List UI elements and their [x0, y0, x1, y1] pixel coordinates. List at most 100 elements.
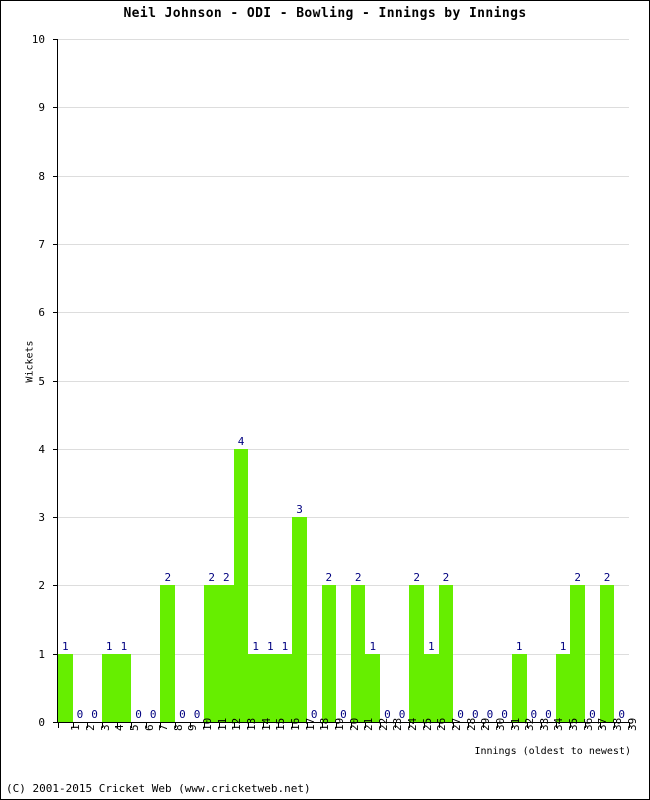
bar — [570, 585, 586, 722]
gridline — [58, 39, 629, 40]
x-tick-label: 3 — [98, 724, 112, 731]
gridline — [58, 380, 629, 382]
y-tick-mark — [53, 175, 58, 177]
x-tick-label: 15 — [274, 717, 288, 731]
y-tick-label: 1 — [38, 647, 45, 661]
bar-value-label: 0 — [76, 708, 84, 721]
x-tick-label: 33 — [537, 717, 551, 731]
bar — [350, 585, 366, 722]
bar-value-label: 1 — [428, 639, 435, 653]
gridline — [58, 107, 629, 109]
y-tick-mark — [53, 243, 58, 245]
bar-value-label: 1 — [252, 639, 259, 653]
x-tick-label: 26 — [435, 717, 449, 731]
bar-value-label: 2 — [442, 571, 450, 585]
y-tick-label: 0 — [38, 716, 45, 729]
bar-value-label: 2 — [164, 571, 172, 585]
gridline — [58, 653, 629, 655]
bar-value-label: 0 — [149, 708, 157, 721]
bar-value-label: 1 — [515, 639, 523, 653]
bar — [555, 653, 571, 722]
x-tick-label: 27 — [449, 717, 463, 731]
bar — [101, 653, 117, 722]
x-tick-label: 25 — [420, 717, 434, 731]
x-tick-label: 32 — [523, 717, 537, 731]
x-tick-label: 22 — [376, 717, 390, 731]
x-tick-label: 39 — [625, 717, 639, 731]
x-tick-label: 31 — [508, 717, 522, 731]
y-axis-title: Wickets — [24, 340, 36, 383]
bar — [292, 517, 307, 722]
x-tick-label: 24 — [406, 717, 420, 731]
page-title: Neil Johnson - ODI - Bowling - Innings b… — [123, 6, 527, 21]
y-tick-mark — [53, 107, 58, 109]
bar-value-label: 1 — [120, 639, 128, 653]
plot-area: 100110020022411130202100212000010012020 — [53, 39, 629, 723]
y-tick-label: 2 — [38, 579, 45, 593]
bar — [219, 585, 234, 722]
bar-value-label: 2 — [223, 571, 230, 585]
y-tick-mark — [53, 312, 58, 314]
bar-value-label: 1 — [62, 639, 69, 653]
x-tick-label: 36 — [581, 717, 595, 731]
bar-value-label: 1 — [281, 639, 289, 653]
y-tick-mark — [53, 517, 58, 519]
x-tick-label: 11 — [215, 717, 229, 731]
chart-page: Neil Johnson - ODI - Bowling - Innings b… — [0, 0, 650, 800]
x-tick-label: 7 — [157, 724, 171, 731]
x-tick-label: 4 — [113, 724, 127, 731]
bar-value-label: 0 — [135, 708, 142, 721]
bar-value-label: 2 — [325, 571, 333, 585]
x-tick-label: 9 — [186, 724, 200, 731]
bar — [262, 653, 278, 722]
x-tick-label: 10 — [201, 717, 215, 731]
bar — [204, 585, 220, 722]
bar-value-label: 3 — [296, 503, 303, 517]
copyright-footer: (C) 2001-2015 Cricket Web (www.cricketwe… — [6, 782, 311, 795]
bar — [438, 585, 454, 722]
y-tick-label: 7 — [38, 237, 45, 251]
bar-value-label: 1 — [266, 639, 274, 653]
gridline — [58, 175, 629, 177]
x-axis-title: Innings (oldest to newest) — [474, 746, 631, 757]
x-tick-label: 18 — [318, 717, 332, 731]
x-tick-label: 28 — [464, 717, 478, 731]
gridline — [58, 585, 629, 587]
bar — [365, 653, 381, 722]
x-tick-label: 38 — [611, 717, 625, 731]
bar-value-label: 2 — [208, 571, 216, 585]
y-tick-label: 6 — [38, 306, 45, 320]
gridline — [58, 448, 629, 450]
bar-value-label: 1 — [559, 639, 567, 653]
x-tick-label: 19 — [332, 717, 346, 731]
bar — [599, 585, 615, 722]
x-tick-label: 21 — [362, 717, 376, 731]
x-tick-label: 1 — [69, 724, 83, 731]
x-tick-label: 20 — [347, 717, 361, 731]
bar — [277, 653, 293, 722]
x-tick-label: 34 — [552, 717, 566, 731]
y-tick-label: 3 — [38, 511, 45, 525]
y-tick-mark — [53, 448, 58, 450]
bar — [409, 585, 425, 722]
bar-value-label: 2 — [603, 571, 611, 585]
x-tick-label: 6 — [142, 724, 156, 731]
gridline — [58, 312, 629, 314]
y-tick-mark — [53, 585, 58, 587]
bar-value-label: 2 — [354, 571, 362, 585]
x-tick-label: 5 — [127, 724, 141, 731]
y-tick-label: 10 — [31, 33, 45, 46]
x-tick-label: 17 — [303, 717, 317, 731]
x-tick-label: 23 — [391, 717, 405, 731]
x-tick-label: 30 — [493, 717, 507, 731]
x-tick-label: 2 — [83, 724, 97, 731]
bar-value-label: 1 — [369, 639, 377, 653]
gridline — [58, 243, 629, 245]
bar — [321, 585, 337, 722]
x-tick-label: 29 — [479, 717, 493, 731]
y-tick-label: 4 — [38, 442, 45, 456]
gridline — [58, 517, 629, 519]
y-tick-mark — [53, 39, 58, 40]
x-tick-label: 13 — [245, 717, 258, 731]
y-tick-mark — [53, 380, 58, 382]
